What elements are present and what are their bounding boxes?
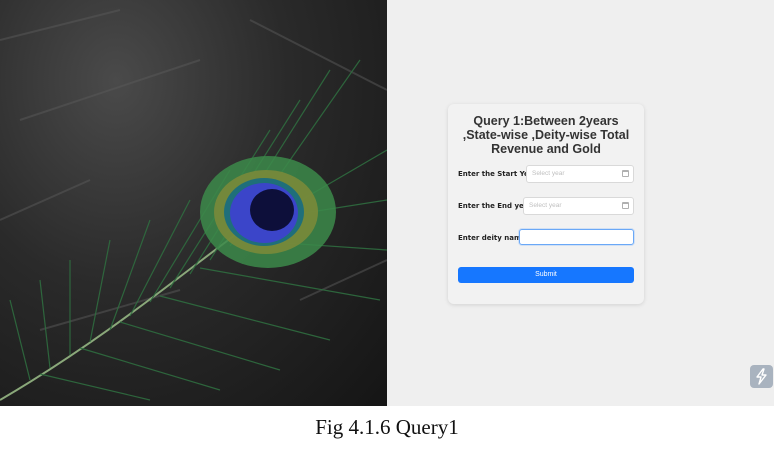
end-year-placeholder: Select year: [529, 202, 562, 209]
lightning-icon: [756, 368, 767, 385]
submit-button[interactable]: Submit: [458, 267, 634, 283]
floating-action-button[interactable]: [750, 365, 773, 388]
figure-caption: Fig 4.1.6 Query1: [315, 415, 459, 439]
app-screen: Query 1:Between 2years ,State-wise ,Deit…: [0, 0, 774, 406]
hero-image-peacock-feather: [0, 0, 387, 406]
calendar-icon: [622, 202, 629, 209]
end-year-picker[interactable]: Select year: [523, 197, 634, 215]
start-year-placeholder: Select year: [532, 170, 565, 177]
start-year-picker[interactable]: Select year: [526, 165, 634, 183]
calendar-icon: [622, 170, 629, 177]
deity-name-input[interactable]: [519, 229, 634, 245]
query-title: Query 1:Between 2years ,State-wise ,Deit…: [462, 114, 630, 156]
query-card: Query 1:Between 2years ,State-wise ,Deit…: [448, 104, 644, 304]
